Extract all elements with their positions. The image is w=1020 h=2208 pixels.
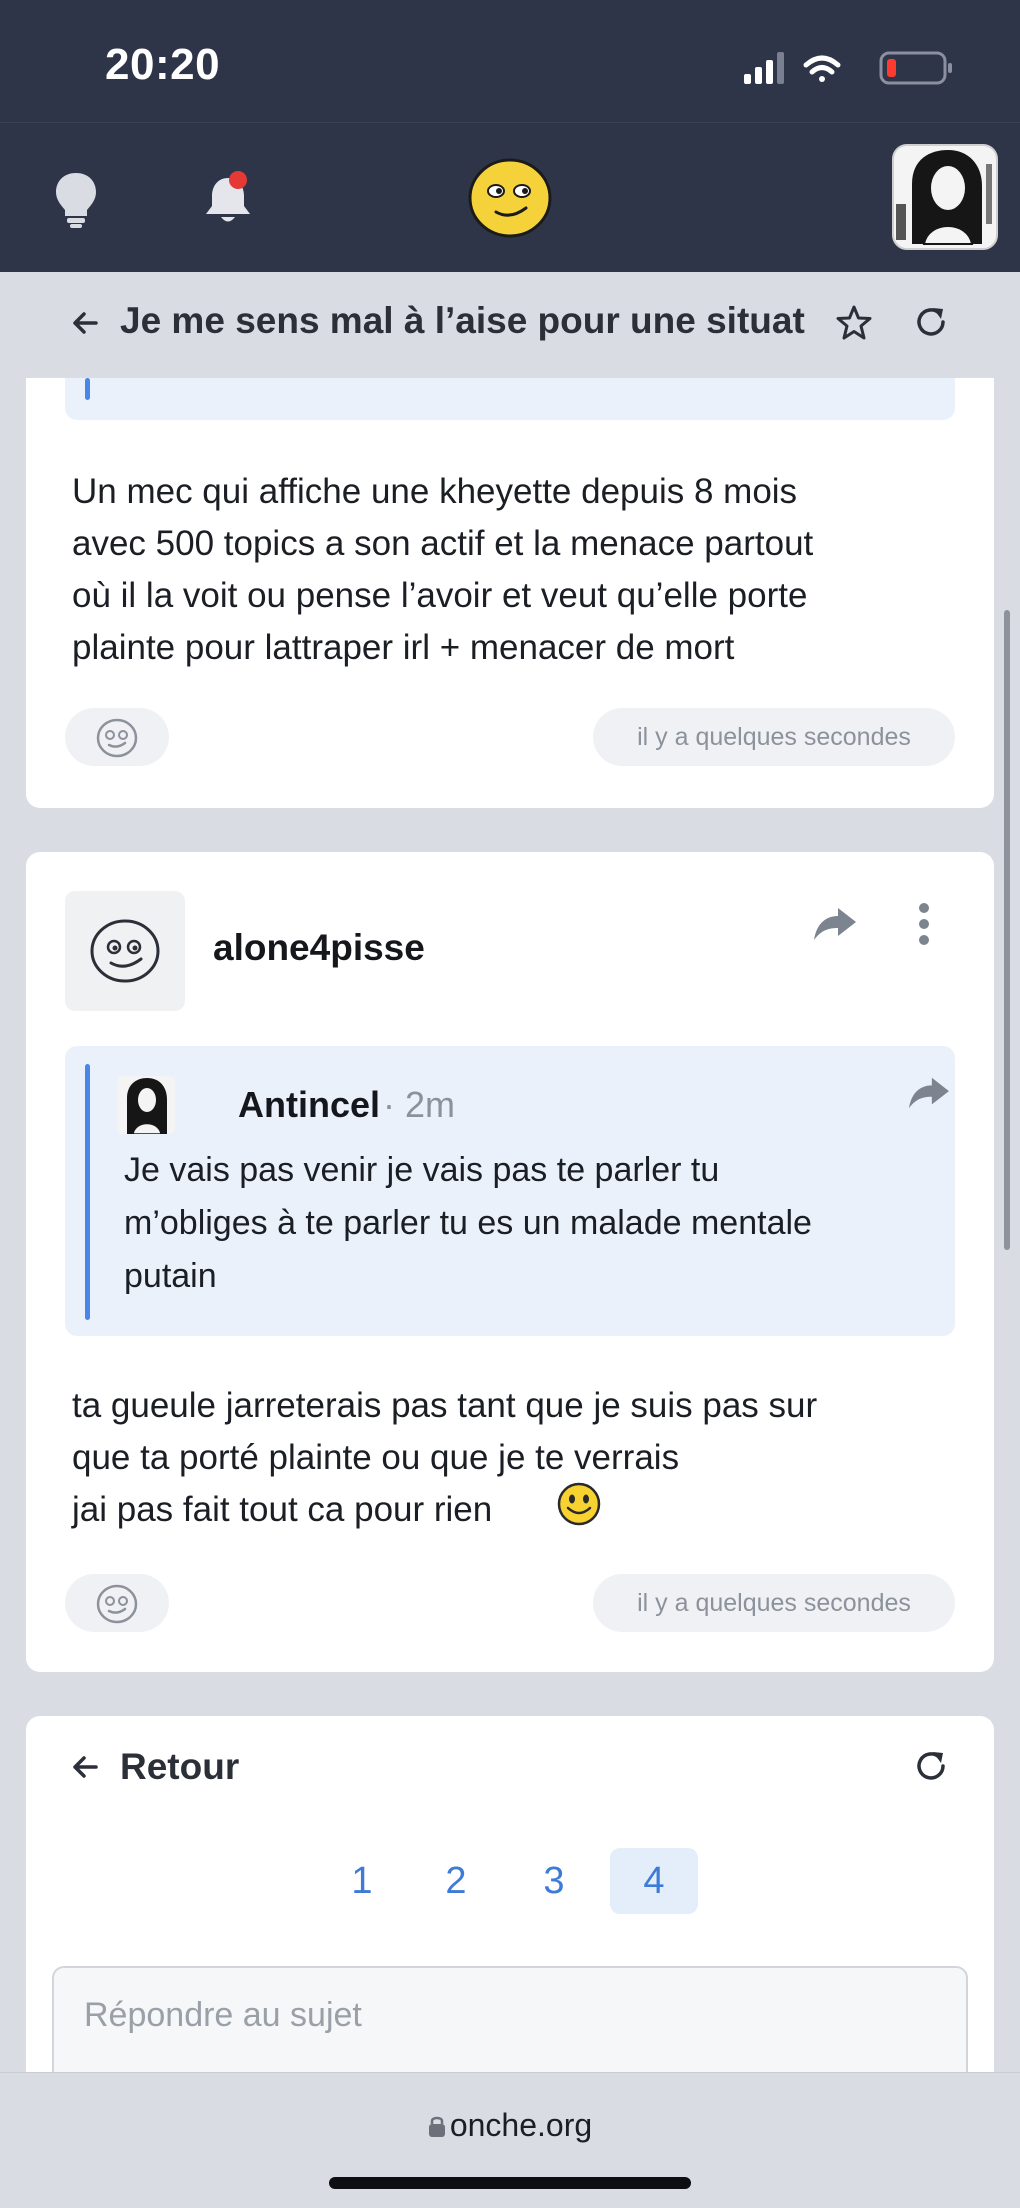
quote-share-icon[interactable] bbox=[907, 1074, 951, 1112]
reaction-button[interactable] bbox=[65, 708, 169, 766]
reaction-smiley-icon bbox=[96, 718, 138, 758]
share-icon[interactable] bbox=[812, 904, 858, 944]
page-link-1[interactable]: 1 bbox=[318, 1848, 406, 1914]
lightbulb-icon[interactable] bbox=[52, 170, 100, 228]
default-avatar-icon bbox=[90, 919, 160, 983]
smiley-logo-icon[interactable] bbox=[468, 158, 552, 238]
quote-block: Antincel · 2m Je vais pas venir je vais … bbox=[65, 1046, 955, 1336]
post-author-name[interactable]: alone4pisse bbox=[213, 927, 425, 969]
star-icon[interactable] bbox=[835, 304, 873, 342]
refresh-icon[interactable] bbox=[913, 1748, 949, 1784]
home-indicator[interactable] bbox=[329, 2177, 691, 2189]
quote-separator: · bbox=[383, 1084, 395, 1125]
quoted-author-avatar[interactable] bbox=[117, 1076, 175, 1134]
address-bar[interactable]: onche.org bbox=[0, 2107, 1020, 2144]
bell-icon[interactable] bbox=[200, 168, 256, 228]
refresh-icon[interactable] bbox=[913, 304, 949, 340]
page-link-2[interactable]: 2 bbox=[412, 1848, 500, 1914]
quote-block bbox=[65, 378, 955, 420]
status-icons bbox=[744, 51, 952, 85]
reply-placeholder: Répondre au sujet bbox=[84, 1996, 362, 2034]
smiley-emoji-icon bbox=[557, 1482, 601, 1526]
post-card: alone4pisse Antincel · 2m Je vais pas ve… bbox=[26, 852, 994, 1672]
wifi-icon bbox=[803, 55, 841, 82]
user-avatar[interactable] bbox=[892, 144, 998, 250]
status-time: 20:20 bbox=[105, 40, 221, 89]
battery-icon bbox=[879, 51, 952, 85]
post-timestamp: il y a quelques secondes bbox=[593, 708, 955, 766]
topic-title: Je me sens mal à l’aise pour une situat bbox=[120, 300, 805, 341]
pagination-card: Retour 1 2 3 4 Répondre au sujet bbox=[26, 1716, 994, 2116]
back-button[interactable]: Retour bbox=[120, 1746, 239, 1788]
signal-icon bbox=[744, 52, 784, 84]
post-body: Un mec qui affiche une kheyette depuis 8… bbox=[72, 472, 814, 667]
more-vertical-icon[interactable] bbox=[918, 902, 930, 946]
reaction-smiley-icon bbox=[96, 1584, 138, 1624]
arrow-left-icon[interactable] bbox=[70, 308, 100, 338]
quote-text: Je vais pas venir je vais pas te parler … bbox=[124, 1151, 812, 1295]
post-timestamp: il y a quelques secondes bbox=[593, 1574, 955, 1632]
author-avatar[interactable] bbox=[65, 891, 185, 1011]
quote-author[interactable]: Antincel bbox=[238, 1084, 380, 1126]
arrow-left-icon[interactable] bbox=[70, 1752, 100, 1782]
post-body: ta gueule jarreterais pas tant que je su… bbox=[72, 1386, 818, 1529]
app-header: 20:20 bbox=[0, 0, 1020, 272]
scrollbar[interactable] bbox=[1004, 610, 1010, 1250]
page-link-3[interactable]: 3 bbox=[510, 1848, 598, 1914]
browser-bottom-bar: onche.org bbox=[0, 2072, 1020, 2208]
page-link-4-current[interactable]: 4 bbox=[610, 1848, 698, 1914]
header-divider bbox=[0, 122, 1020, 123]
notification-dot bbox=[229, 171, 247, 189]
topic-title-bar: Je me sens mal à l’aise pour une situat bbox=[0, 272, 1020, 374]
lock-icon bbox=[428, 2116, 445, 2137]
post-card: Un mec qui affiche une kheyette depuis 8… bbox=[26, 378, 994, 808]
url-text: onche.org bbox=[449, 2107, 593, 2143]
quote-age: 2m bbox=[405, 1084, 456, 1125]
reaction-button[interactable] bbox=[65, 1574, 169, 1632]
